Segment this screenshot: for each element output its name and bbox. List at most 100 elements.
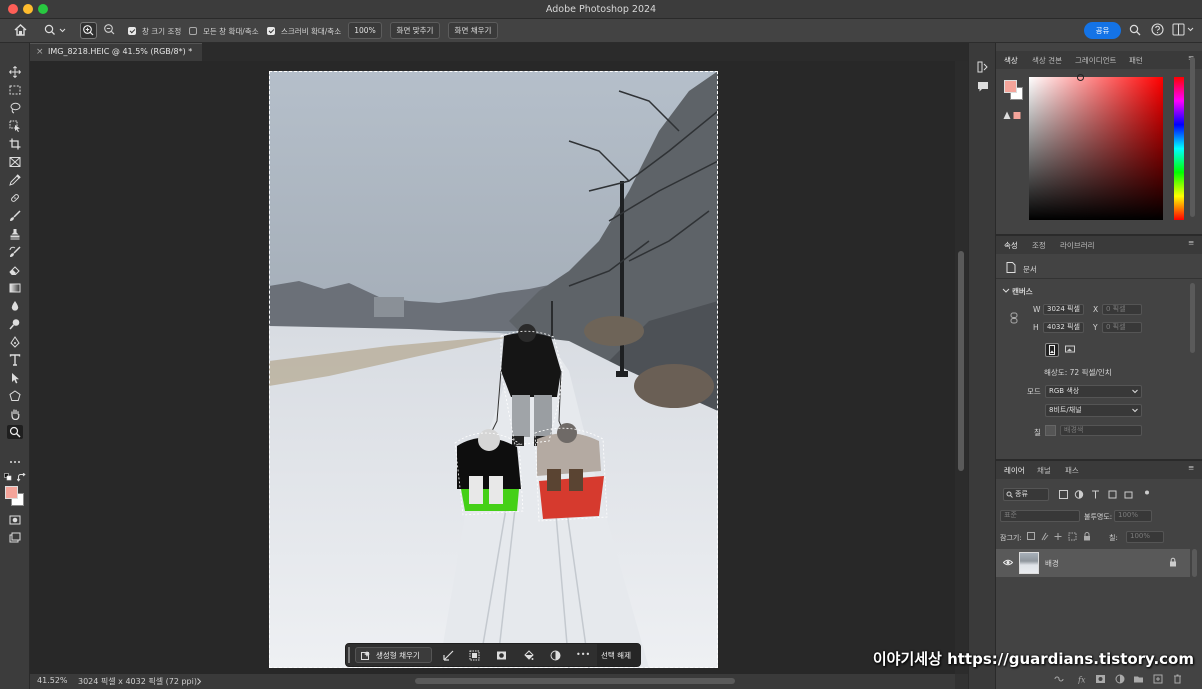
move-tool[interactable] xyxy=(7,65,23,79)
out-of-gamut-warning-icon[interactable] xyxy=(1003,111,1021,120)
fit-screen-button[interactable]: 화면 맞추기 xyxy=(390,22,440,39)
layer-name[interactable]: 배경 xyxy=(1045,558,1059,569)
chevron-right-icon[interactable] xyxy=(196,678,202,685)
fill-opacity-field[interactable]: 100% xyxy=(1126,531,1164,543)
drag-handle[interactable] xyxy=(348,647,350,663)
lock-icon[interactable] xyxy=(1169,557,1177,567)
landscape-orientation-button[interactable] xyxy=(1064,343,1078,357)
scrubby-zoom-checkbox[interactable] xyxy=(267,27,275,35)
color-picker-field[interactable] xyxy=(1029,74,1163,220)
swap-colors-icon[interactable] xyxy=(17,473,26,482)
pen-tool[interactable] xyxy=(7,335,23,349)
vertical-scrollbar[interactable] xyxy=(958,251,964,471)
gradient-tool[interactable] xyxy=(7,281,23,295)
document-image[interactable] xyxy=(269,71,718,668)
zoom-tool-preset-icon[interactable] xyxy=(44,24,66,36)
marquee-tool[interactable] xyxy=(7,83,23,97)
tab-patterns[interactable]: 패턴 xyxy=(1129,55,1143,66)
dodge-tool[interactable] xyxy=(7,317,23,331)
home-icon[interactable] xyxy=(14,24,27,36)
fill-selection-icon[interactable] xyxy=(523,650,534,661)
horizontal-scrollbar[interactable] xyxy=(415,678,735,684)
blend-mode-dropdown[interactable]: 표준 xyxy=(1000,510,1080,522)
path-selection-tool[interactable] xyxy=(7,371,23,385)
x-field[interactable]: 0 픽셀 xyxy=(1102,304,1142,315)
fill-screen-button[interactable]: 화면 채우기 xyxy=(448,22,498,39)
tab-libraries[interactable]: 라이브러리 xyxy=(1060,240,1095,251)
tab-color[interactable]: 색상 xyxy=(1004,55,1018,66)
lasso-tool[interactable] xyxy=(7,101,23,115)
search-icon[interactable] xyxy=(1129,24,1141,36)
brush-tool[interactable] xyxy=(7,209,23,223)
color-picker-cursor[interactable] xyxy=(1077,74,1084,81)
layers-panel-menu-icon[interactable]: ≡ xyxy=(1188,463,1194,472)
zoom-level[interactable]: 41.52% xyxy=(37,676,68,685)
color-panel-scrollbar[interactable] xyxy=(1190,57,1195,217)
height-field[interactable]: 4032 픽셀 xyxy=(1043,322,1084,333)
shape-tool[interactable] xyxy=(7,389,23,403)
tab-channels[interactable]: 채널 xyxy=(1037,465,1051,476)
quick-mask-button[interactable] xyxy=(7,513,23,527)
share-button[interactable]: 공유 xyxy=(1084,22,1121,39)
modify-selection-icon[interactable] xyxy=(443,650,454,661)
hand-tool[interactable] xyxy=(7,407,23,421)
layer-row-background[interactable]: 배경 xyxy=(996,549,1190,577)
width-field[interactable]: 3024 픽셀 xyxy=(1043,304,1084,315)
opacity-field[interactable]: 100% xyxy=(1114,510,1152,522)
layer-filter-dropdown[interactable]: 종류 xyxy=(1003,488,1049,501)
object-selection-tool[interactable] xyxy=(7,119,23,133)
panel-foreground-swatch[interactable] xyxy=(1004,80,1017,93)
blur-tool[interactable] xyxy=(7,299,23,313)
y-field[interactable]: 0 픽셀 xyxy=(1102,322,1142,333)
lock-icons[interactable] xyxy=(1027,532,1107,541)
layer-filter-icons[interactable] xyxy=(1059,490,1155,499)
crop-tool[interactable] xyxy=(7,137,23,151)
document-tab[interactable]: × IMG_8218.HEIC @ 41.5% (RGB/8*) * xyxy=(30,43,202,61)
zoom-all-windows-checkbox[interactable] xyxy=(189,27,197,35)
portrait-orientation-button[interactable] xyxy=(1045,343,1059,357)
properties-panel-menu-icon[interactable]: ≡ xyxy=(1188,238,1194,247)
eraser-tool[interactable] xyxy=(7,263,23,277)
help-icon[interactable] xyxy=(1151,23,1164,36)
zoom-tool[interactable] xyxy=(7,425,23,439)
resize-windows-checkbox[interactable] xyxy=(128,27,136,35)
mode-dropdown[interactable]: RGB 색상 xyxy=(1045,385,1142,398)
bit-depth-dropdown[interactable]: 8비트/채널 xyxy=(1045,404,1142,417)
default-colors-icon[interactable] xyxy=(4,473,12,481)
close-tab-icon[interactable]: × xyxy=(36,44,44,60)
screen-mode-button[interactable] xyxy=(7,531,23,545)
healing-brush-tool[interactable] xyxy=(7,191,23,205)
more-options-icon[interactable]: ••• xyxy=(576,650,590,659)
chevron-down-icon[interactable] xyxy=(1002,288,1010,294)
edit-toolbar-button[interactable] xyxy=(7,455,23,469)
eyedropper-tool[interactable] xyxy=(7,173,23,187)
tab-paths[interactable]: 패스 xyxy=(1065,465,1079,476)
clone-stamp-tool[interactable] xyxy=(7,227,23,241)
foreground-color-swatch[interactable] xyxy=(5,486,18,499)
layers-footer-icons[interactable]: fx xyxy=(1054,674,1194,684)
history-brush-tool[interactable] xyxy=(7,245,23,259)
workspace-icon[interactable] xyxy=(1172,23,1196,36)
layers-panel-scrollbar[interactable] xyxy=(1192,549,1197,577)
frame-tool[interactable] xyxy=(7,155,23,169)
zoom-value-field[interactable]: 100% xyxy=(348,22,382,39)
tab-swatches[interactable]: 색상 견본 xyxy=(1032,55,1062,66)
fill-dropdown[interactable]: 배경색 xyxy=(1060,425,1142,436)
invert-selection-icon[interactable] xyxy=(469,650,480,661)
properties-panel-scrollbar[interactable] xyxy=(1190,283,1195,353)
zoom-out-button[interactable] xyxy=(102,22,119,39)
eye-icon[interactable] xyxy=(1003,559,1013,566)
tab-adjustments[interactable]: 조정 xyxy=(1032,240,1046,251)
link-icon[interactable] xyxy=(1010,312,1018,324)
adjustment-layer-icon[interactable] xyxy=(550,650,561,661)
zoom-in-button[interactable] xyxy=(80,22,97,39)
create-mask-icon[interactable] xyxy=(496,650,507,661)
tab-layers[interactable]: 레이어 xyxy=(1004,465,1025,476)
deselect-button[interactable]: 선택 해제 xyxy=(597,644,641,666)
history-panel-icon[interactable] xyxy=(977,61,989,73)
tab-properties[interactable]: 속성 xyxy=(1004,240,1018,251)
comments-panel-icon[interactable] xyxy=(977,81,989,93)
generative-fill-button[interactable]: 생성형 채우기 xyxy=(355,647,432,663)
tab-gradients[interactable]: 그레이디언트 xyxy=(1075,55,1116,66)
type-tool[interactable] xyxy=(7,353,23,367)
